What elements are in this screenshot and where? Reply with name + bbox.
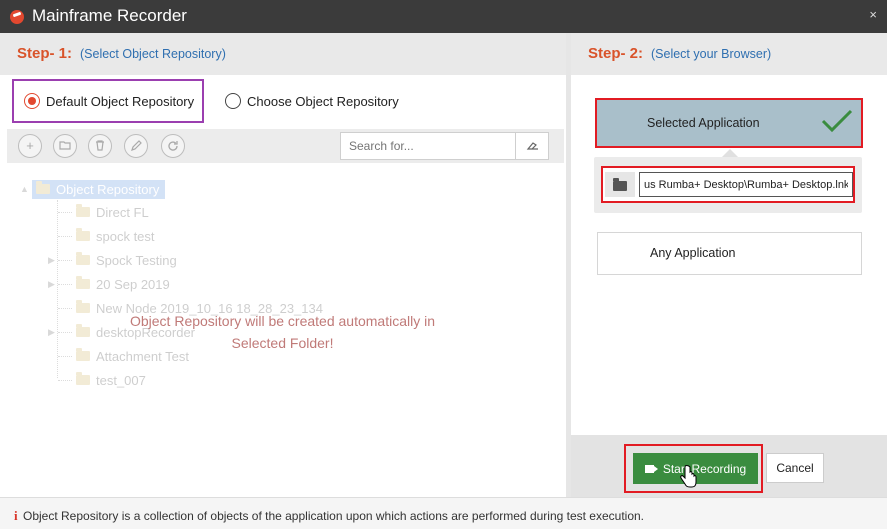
collapse-arrow-icon[interactable]: ▲	[20, 184, 32, 194]
selected-application-option[interactable]: Selected Application	[595, 98, 863, 148]
video-camera-icon	[644, 464, 658, 473]
radio-checked-icon[interactable]	[24, 93, 40, 109]
edit-icon[interactable]	[124, 134, 148, 158]
hand-cursor-icon	[680, 465, 697, 488]
info-icon: i	[14, 508, 18, 523]
window-title: Mainframe Recorder	[32, 6, 187, 25]
message-line-2: Selected Folder!	[231, 335, 334, 351]
search-input[interactable]	[340, 132, 516, 160]
refresh-icon[interactable]	[161, 134, 185, 158]
application-path-container	[594, 157, 862, 213]
browser-panel: Step- 2: (Select your Browser) Selected …	[571, 33, 887, 497]
tree-root[interactable]: ▲ Object Repository	[20, 178, 166, 200]
folder-icon	[76, 324, 90, 337]
start-recording-label: Start Recording	[662, 461, 747, 476]
expand-arrow-icon[interactable]: ▶	[48, 279, 55, 290]
folder-icon	[76, 228, 90, 241]
folder-icon	[76, 276, 90, 289]
tree-root-label: Object Repository	[56, 181, 160, 197]
browse-folder-button[interactable]	[605, 172, 635, 197]
eraser-icon[interactable]	[516, 132, 549, 160]
application-path-field	[601, 166, 855, 203]
tree-item-label: Spock Testing	[96, 252, 177, 268]
any-application-label: Any Application	[650, 246, 736, 260]
delete-icon[interactable]	[88, 134, 112, 158]
folder-icon	[76, 348, 90, 361]
action-bar: Start Recording Cancel	[571, 435, 887, 497]
app-logo-icon	[10, 10, 24, 24]
application-path-input[interactable]	[639, 172, 853, 197]
object-repository-panel: Step- 1: (Select Object Repository) Defa…	[0, 33, 566, 497]
step2-label: Step- 2:	[588, 45, 644, 62]
tree-item-label: 20 Sep 2019	[96, 276, 170, 292]
tree-item[interactable]: spock test	[50, 226, 155, 246]
tree-item[interactable]: ▶ 20 Sep 2019	[48, 274, 170, 294]
folder-icon	[76, 204, 90, 217]
step1-header: Step- 1: (Select Object Repository)	[0, 33, 566, 75]
repository-toolbar: +	[7, 129, 564, 163]
radio-choose-repository[interactable]: Choose Object Repository	[225, 79, 399, 123]
message-line-1: Object Repository will be created automa…	[129, 313, 436, 329]
folder-icon	[613, 178, 627, 191]
step1-label: Step- 1:	[17, 45, 73, 62]
tree-item-label: Direct FL	[96, 204, 149, 220]
tree-item[interactable]: test_007	[50, 370, 146, 390]
tree-root-node[interactable]: Object Repository	[32, 179, 166, 199]
folder-icon	[76, 372, 90, 385]
add-icon[interactable]: +	[18, 134, 42, 158]
info-bar: i Object Repository is a collection of o…	[0, 497, 887, 529]
step1-description: (Select Object Repository)	[80, 47, 226, 61]
expand-arrow-icon[interactable]: ▶	[48, 255, 55, 266]
step2-header: Step- 2: (Select your Browser)	[571, 33, 887, 75]
title-bar: Mainframe Recorder ×	[0, 0, 887, 33]
radio-choose-label: Choose Object Repository	[247, 93, 399, 109]
radio-default-label: Default Object Repository	[46, 93, 195, 109]
radio-default-repository[interactable]: Default Object Repository	[12, 79, 204, 123]
folder-icon	[76, 300, 90, 313]
tree-item-label: spock test	[96, 228, 155, 244]
repository-tree: ▲ Object Repository Direct FL spock test…	[20, 178, 560, 398]
folder-icon	[36, 181, 50, 194]
radio-unchecked-icon[interactable]	[225, 93, 241, 109]
tree-item[interactable]: ▶ Spock Testing	[48, 250, 177, 270]
step2-description: (Select your Browser)	[651, 47, 772, 61]
checkmark-icon	[821, 109, 853, 133]
close-icon[interactable]: ×	[869, 7, 877, 22]
info-text: Object Repository is a collection of obj…	[23, 509, 645, 523]
cancel-button[interactable]: Cancel	[766, 453, 824, 483]
open-folder-icon[interactable]	[53, 134, 77, 158]
any-application-option[interactable]: Any Application	[597, 232, 862, 275]
repository-radio-group: Default Object Repository Choose Object …	[12, 79, 566, 123]
folder-icon	[76, 252, 90, 265]
selected-application-label: Selected Application	[647, 116, 760, 130]
tree-item-label: test_007	[96, 372, 146, 388]
expand-arrow-icon[interactable]: ▶	[48, 327, 55, 338]
repository-message: Object Repository will be created automa…	[100, 310, 465, 354]
tree-item[interactable]: Direct FL	[50, 202, 149, 222]
